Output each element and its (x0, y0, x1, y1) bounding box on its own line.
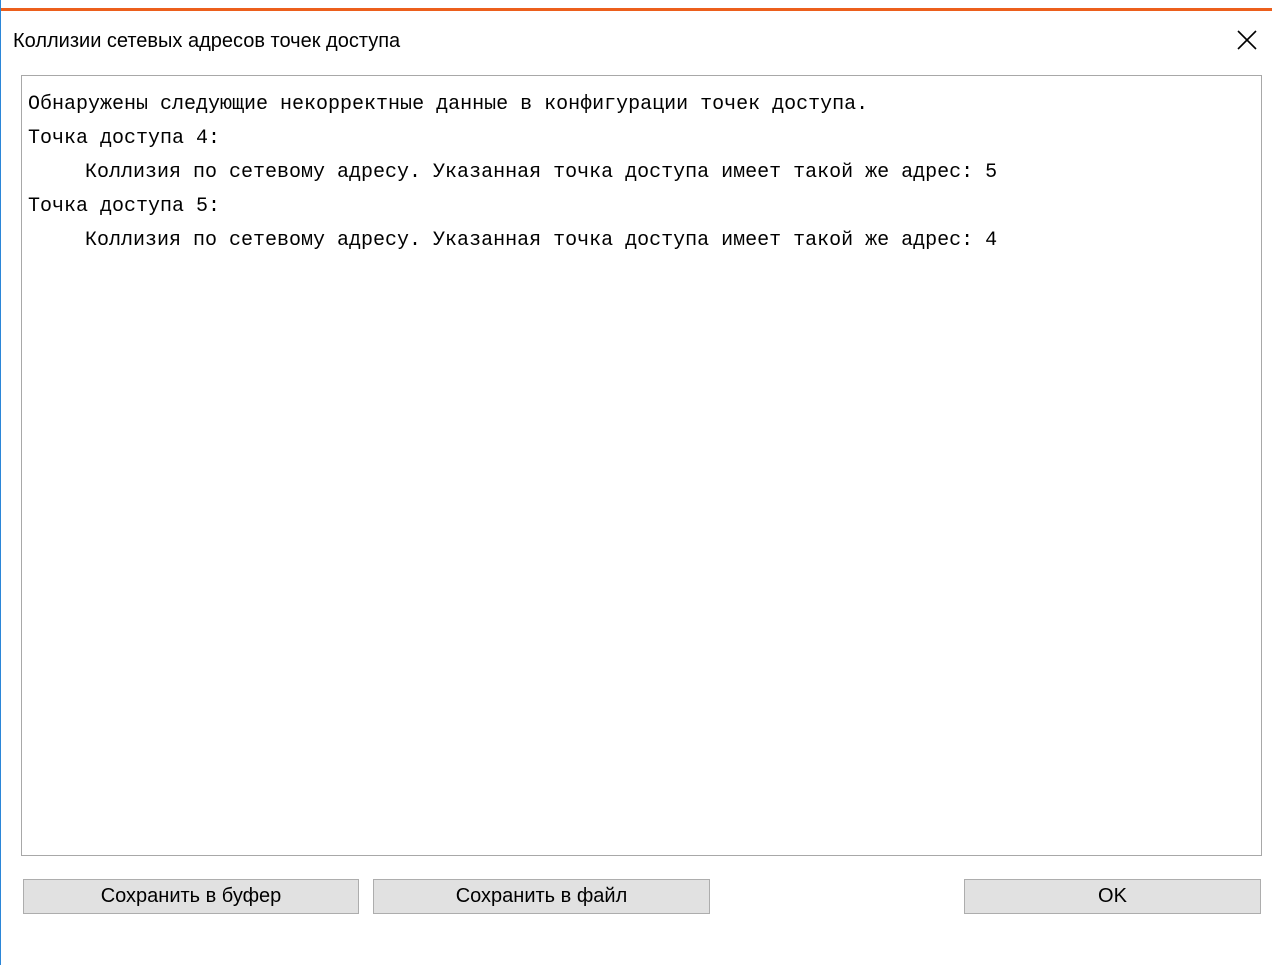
title-bar: Коллизии сетевых адресов точек доступа (1, 11, 1272, 69)
report-text-area[interactable]: Обнаружены следующие некорректные данные… (21, 75, 1262, 856)
ok-button[interactable]: OK (964, 879, 1261, 914)
dialog-window: Коллизии сетевых адресов точек доступа О… (0, 0, 1272, 965)
close-button[interactable] (1229, 23, 1265, 57)
report-line: Коллизия по сетевому адресу. Указанная т… (85, 229, 998, 252)
save-to-clipboard-button[interactable]: Сохранить в буфер (23, 879, 359, 914)
report-line: Точка доступа 5: (28, 195, 221, 218)
save-to-file-button[interactable]: Сохранить в файл (373, 879, 710, 914)
report-line: Точка доступа 4: (28, 127, 221, 150)
close-icon (1237, 30, 1257, 50)
window-title: Коллизии сетевых адресов точек доступа (13, 30, 401, 52)
report-line: Обнаружены следующие некорректные данные… (28, 93, 869, 116)
report-line: Коллизия по сетевому адресу. Указанная т… (85, 161, 998, 184)
